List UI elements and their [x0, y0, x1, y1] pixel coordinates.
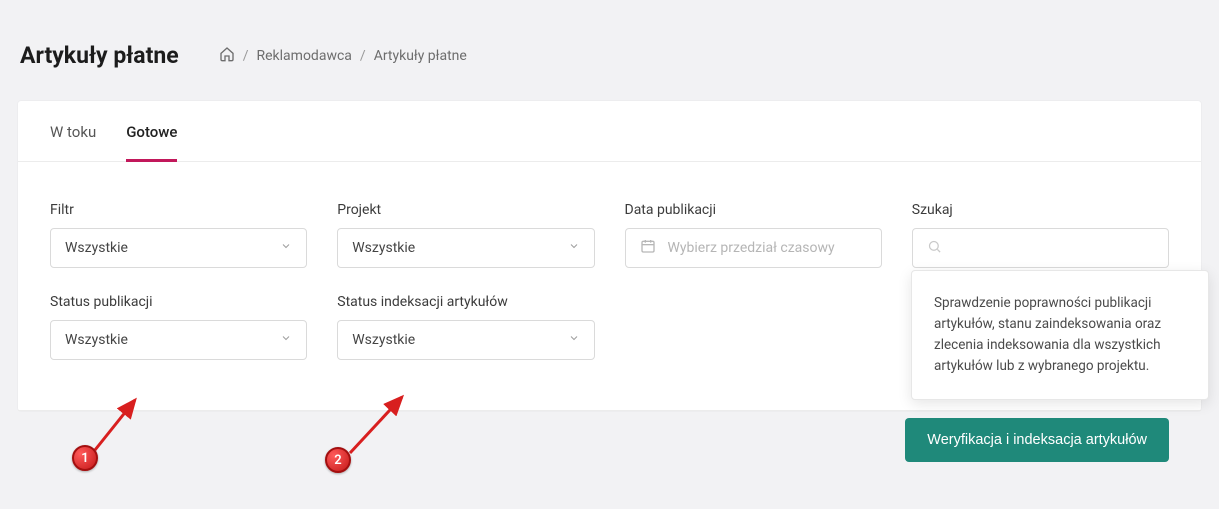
verify-indexation-button[interactable]: Weryfikacja i indeksacja artykułów	[905, 418, 1169, 462]
label-status-indeksacji: Status indeksacji artykułów	[337, 294, 594, 310]
breadcrumb-sep: /	[360, 48, 366, 64]
calendar-icon	[640, 238, 656, 258]
label-data-publikacji: Data publikacji	[625, 202, 882, 218]
select-status-indeksacji-value: Wszystkie	[352, 332, 415, 348]
search-icon	[927, 239, 942, 258]
page-header: Artykuły płatne / Reklamodawca / Artykuł…	[0, 0, 1219, 101]
tab-gotowe[interactable]: Gotowe	[126, 101, 177, 161]
tooltip-verify: Sprawdzenie poprawności publikacji artyk…	[911, 270, 1209, 400]
annotation-marker-2: 2	[325, 447, 351, 473]
tabs: W toku Gotowe	[18, 101, 1201, 162]
annotation-marker-1: 1	[72, 445, 98, 471]
breadcrumb: / Reklamodawca / Artykuły płatne	[219, 46, 467, 66]
home-icon[interactable]	[219, 46, 235, 66]
label-projekt: Projekt	[337, 202, 594, 218]
select-status-publikacji[interactable]: Wszystkie	[50, 320, 307, 360]
breadcrumb-sep: /	[243, 48, 249, 64]
chevron-down-icon	[568, 240, 580, 256]
field-filtr: Filtr Wszystkie	[50, 202, 307, 268]
tab-w-toku[interactable]: W toku	[50, 101, 96, 161]
chevron-down-icon	[280, 332, 292, 348]
field-data-publikacji: Data publikacji Wybierz przedział czasow…	[625, 202, 882, 268]
label-szukaj: Szukaj	[912, 202, 1169, 218]
select-filtr-value: Wszystkie	[65, 240, 128, 256]
select-filtr[interactable]: Wszystkie	[50, 228, 307, 268]
field-status-publikacji: Status publikacji Wszystkie	[50, 294, 307, 360]
breadcrumb-artykuly-platne: Artykuły płatne	[374, 48, 467, 64]
chevron-down-icon	[280, 240, 292, 256]
chevron-down-icon	[568, 332, 580, 348]
date-placeholder: Wybierz przedział czasowy	[668, 240, 835, 256]
select-projekt[interactable]: Wszystkie	[337, 228, 594, 268]
field-status-indeksacji: Status indeksacji artykułów Wszystkie	[337, 294, 594, 360]
select-projekt-value: Wszystkie	[352, 240, 415, 256]
label-status-publikacji: Status publikacji	[50, 294, 307, 310]
breadcrumb-reklamodawca[interactable]: Reklamodawca	[257, 48, 352, 64]
input-data-publikacji[interactable]: Wybierz przedział czasowy	[625, 228, 882, 268]
field-projekt: Projekt Wszystkie	[337, 202, 594, 268]
select-status-indeksacji[interactable]: Wszystkie	[337, 320, 594, 360]
select-status-publikacji-value: Wszystkie	[65, 332, 128, 348]
page-title: Artykuły płatne	[20, 42, 179, 69]
input-szukaj[interactable]	[912, 228, 1169, 268]
label-filtr: Filtr	[50, 202, 307, 218]
field-szukaj: Szukaj	[912, 202, 1169, 268]
